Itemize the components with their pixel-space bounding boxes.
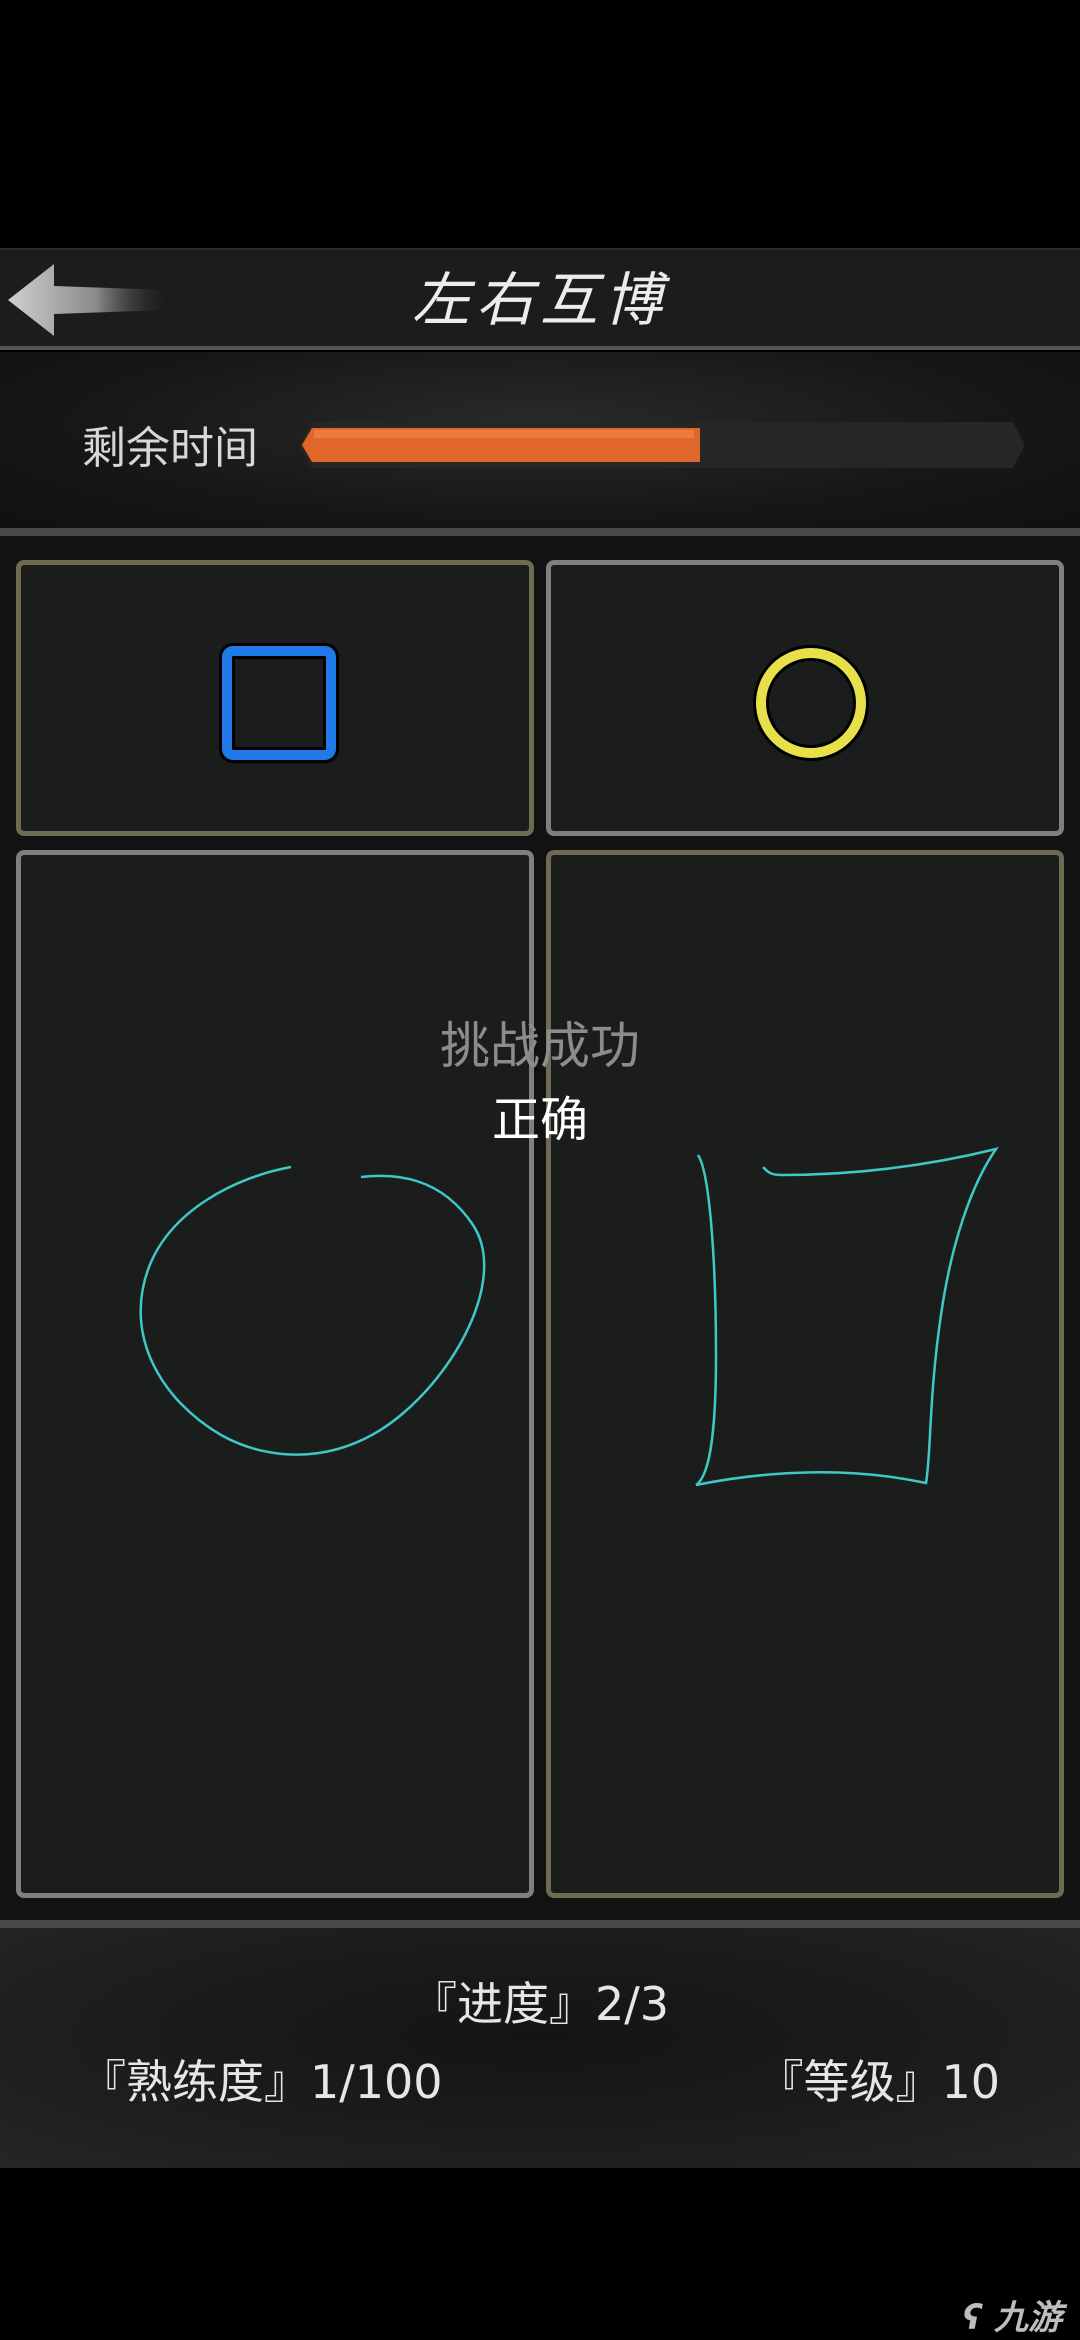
result-title: 挑战成功 <box>440 1017 640 1075</box>
watermark-text: 九游 <box>994 2298 1062 2338</box>
bottom-divider <box>0 1920 1080 1928</box>
square-icon <box>219 643 339 763</box>
stats-footer: 『进度』2/3 『熟练度』1/100 『等级』10 <box>0 1928 1080 2168</box>
watermark-icon: ʕ <box>962 2298 983 2338</box>
proficiency-stat: 『熟练度』1/100 <box>80 2055 443 2109</box>
game-screen: 左右互博 剩余时间 挑战成功 正确 『进度』2/3 『熟练度』1/100 『等级… <box>0 0 1080 2340</box>
level-stat: 『等级』10 <box>757 2055 1000 2109</box>
circle-icon <box>753 645 869 761</box>
timer-progress-bar <box>300 422 1025 468</box>
header-bar: 左右互博 <box>0 248 1080 350</box>
timer-label: 剩余时间 <box>82 423 258 474</box>
right-target-panel <box>546 560 1064 836</box>
left-target-panel <box>16 560 534 836</box>
top-divider <box>0 528 1080 536</box>
watermark-logo: ʕ 九游 <box>963 2290 1062 2339</box>
page-title: 左右互博 <box>411 266 668 334</box>
result-subtitle: 正确 <box>491 1092 588 1148</box>
progress-stat: 『进度』2/3 <box>410 1977 670 2031</box>
timer-section: 剩余时间 <box>0 352 1080 532</box>
timer-fill-highlight <box>314 430 694 438</box>
